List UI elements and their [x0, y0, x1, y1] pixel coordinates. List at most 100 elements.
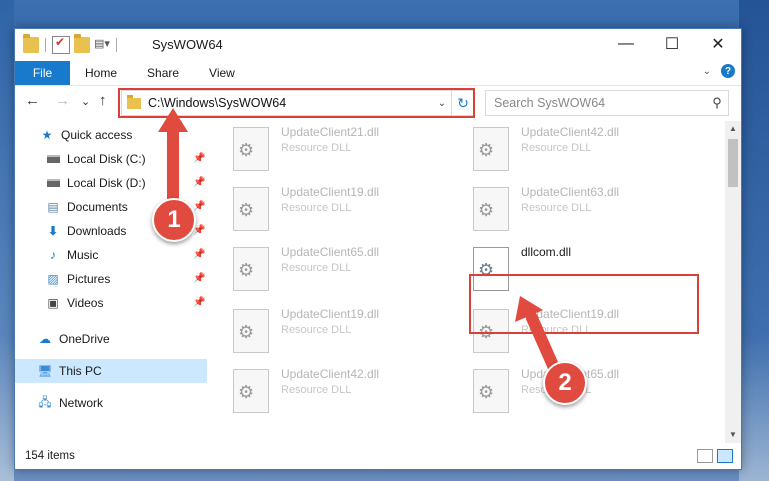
sidebar-item-label: Videos: [67, 296, 104, 310]
navigation-bar: ← → ⌄ ↑ C:\Windows\SysWOW64 ⌄ ↻ Search S…: [15, 86, 741, 120]
sidebar-item-pictures[interactable]: ▨ Pictures 📌: [15, 267, 207, 291]
ribbon-tabs: File Home Share View ⌄ ?: [15, 61, 741, 86]
view-switcher: [697, 449, 733, 463]
dll-file-icon: [473, 127, 509, 171]
file-name: UpdateClient65.dll: [281, 245, 380, 259]
cloud-icon: ☁: [39, 332, 51, 346]
help-icon[interactable]: ?: [721, 64, 735, 78]
toolbar-separator: [45, 38, 46, 52]
navigation-pane: ★ Quick access Local Disk (C:) 📌 Local D…: [15, 121, 207, 443]
sidebar-item-music[interactable]: ♪ Music 📌: [15, 243, 207, 267]
sidebar-item-label: Network: [59, 396, 104, 410]
pin-icon[interactable]: 📌: [193, 273, 205, 284]
list-item[interactable]: UpdateClient42.dll Resource DLL: [215, 363, 435, 413]
file-type: Resource DLL: [521, 142, 592, 154]
file-name: UpdateClient19.dll: [281, 307, 380, 321]
computer-icon: 🖥: [37, 364, 53, 378]
tab-home[interactable]: Home: [85, 66, 117, 80]
pin-icon[interactable]: 📌: [193, 153, 205, 164]
videos-icon: ▣: [47, 296, 59, 310]
search-input[interactable]: Search SysWOW64: [494, 96, 706, 110]
file-type: Resource DLL: [281, 142, 352, 154]
dll-file-icon: [473, 369, 509, 413]
sidebar-item-label: Quick access: [61, 128, 133, 142]
file-type: Resource DLL: [281, 324, 352, 336]
list-item[interactable]: UpdateClient65.dll Resource DLL: [215, 241, 435, 291]
sidebar-item-quick-access[interactable]: ★ Quick access: [15, 123, 207, 147]
dll-file-icon: [233, 309, 269, 353]
list-item[interactable]: UpdateClient19.dll Resource DLL: [215, 303, 435, 353]
network-icon: 🖧: [38, 394, 52, 409]
search-box[interactable]: Search SysWOW64 ⚲: [485, 90, 729, 116]
sidebar-item-network[interactable]: 🖧 Network: [15, 391, 207, 415]
title-bar: ▤▾ SysWOW64 — ☐ ✕: [15, 29, 741, 61]
back-button[interactable]: ←: [25, 92, 40, 109]
sidebar-item-videos[interactable]: ▣ Videos 📌: [15, 291, 207, 315]
close-button[interactable]: ✕: [695, 29, 741, 59]
ribbon-right-controls: ⌄ ?: [703, 64, 735, 78]
address-highlight-box: [118, 88, 475, 118]
toolbar-separator: [116, 38, 117, 52]
tiles-view-icon[interactable]: [717, 449, 733, 463]
step-1-badge: 1: [152, 198, 196, 242]
sidebar-item-label: OneDrive: [59, 332, 110, 346]
file-name: UpdateClient42.dll: [281, 367, 380, 381]
dll-file-icon: [233, 247, 269, 291]
maximize-button[interactable]: ☐: [649, 29, 695, 59]
tab-file[interactable]: File: [15, 61, 70, 85]
status-bar: 154 items: [15, 443, 741, 469]
scroll-down-icon[interactable]: ▼: [725, 427, 741, 443]
sidebar-item-label: Documents: [67, 200, 128, 214]
recent-locations-button[interactable]: ⌄: [81, 95, 90, 108]
sidebar-item-label: Local Disk (C:): [67, 152, 146, 166]
search-icon[interactable]: ⚲: [706, 95, 728, 111]
sidebar-item-label: Music: [67, 248, 99, 262]
file-type: Resource DLL: [281, 262, 352, 274]
step-2-badge: 2: [543, 361, 587, 405]
explorer-window: ▤▾ SysWOW64 — ☐ ✕ File Home Share View ⌄…: [14, 28, 742, 470]
up-button[interactable]: ↑: [99, 92, 107, 109]
list-item[interactable]: UpdateClient19.dll Resource DLL: [215, 181, 435, 231]
forward-button[interactable]: →: [55, 92, 70, 109]
drive-icon: [45, 151, 61, 167]
pin-icon[interactable]: 📌: [193, 249, 205, 260]
file-name: UpdateClient42.dll: [521, 125, 620, 139]
list-item[interactable]: UpdateClient63.dll Resource DLL: [455, 181, 675, 231]
sidebar-item-onedrive[interactable]: ☁ OneDrive: [15, 327, 207, 351]
pin-icon[interactable]: 📌: [193, 201, 205, 212]
vertical-scrollbar[interactable]: ▲ ▼: [725, 121, 741, 443]
tab-view[interactable]: View: [209, 66, 235, 80]
sidebar-item-label: Local Disk (D:): [67, 176, 146, 190]
file-highlight-box: [469, 274, 699, 334]
pictures-icon: ▨: [47, 272, 59, 286]
dll-file-icon: [233, 369, 269, 413]
file-name: UpdateClient19.dll: [281, 185, 380, 199]
folder-icon: [23, 34, 39, 53]
file-type: Resource DLL: [281, 384, 352, 396]
desktop-background-left: [0, 0, 14, 481]
customize-toolbar-icon[interactable]: ▤▾: [94, 37, 110, 53]
file-name: UpdateClient63.dll: [521, 185, 620, 199]
download-icon: ⬇: [47, 224, 59, 238]
sidebar-item-this-pc[interactable]: 🖥 This PC: [15, 359, 207, 383]
list-item[interactable]: UpdateClient42.dll Resource DLL: [455, 121, 675, 171]
pin-icon[interactable]: 📌: [193, 177, 205, 188]
properties-icon[interactable]: [52, 35, 70, 54]
tab-share[interactable]: Share: [147, 66, 179, 80]
sidebar-item-local-disk-c[interactable]: Local Disk (C:) 📌: [15, 147, 207, 171]
sidebar-item-label: Pictures: [67, 272, 111, 286]
list-item[interactable]: UpdateClient21.dll Resource DLL: [215, 121, 435, 171]
scroll-thumb[interactable]: [728, 139, 738, 187]
details-view-icon[interactable]: [697, 449, 713, 463]
sidebar-item-label: This PC: [59, 364, 102, 378]
pin-icon[interactable]: 📌: [193, 297, 205, 308]
scroll-up-icon[interactable]: ▲: [725, 121, 741, 137]
star-icon: ★: [41, 128, 53, 142]
file-type: Resource DLL: [281, 202, 352, 214]
expand-ribbon-icon[interactable]: ⌄: [703, 66, 711, 77]
new-folder-icon[interactable]: [74, 34, 90, 53]
drive-icon: [45, 175, 61, 191]
minimize-button[interactable]: —: [603, 29, 649, 59]
file-name: UpdateClient21.dll: [281, 125, 380, 139]
sidebar-item-local-disk-d[interactable]: Local Disk (D:) 📌: [15, 171, 207, 195]
